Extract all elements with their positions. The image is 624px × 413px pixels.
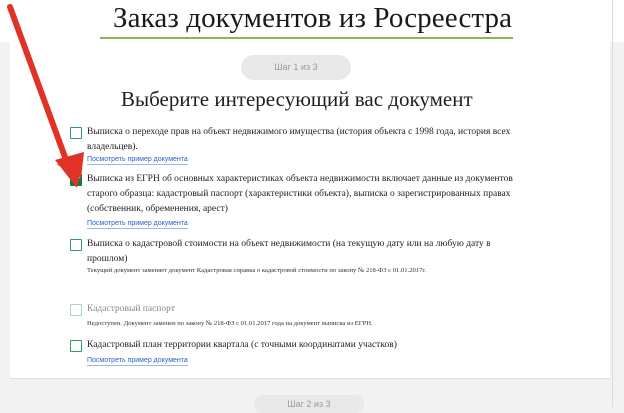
red-arrow-icon [7, 4, 84, 188]
